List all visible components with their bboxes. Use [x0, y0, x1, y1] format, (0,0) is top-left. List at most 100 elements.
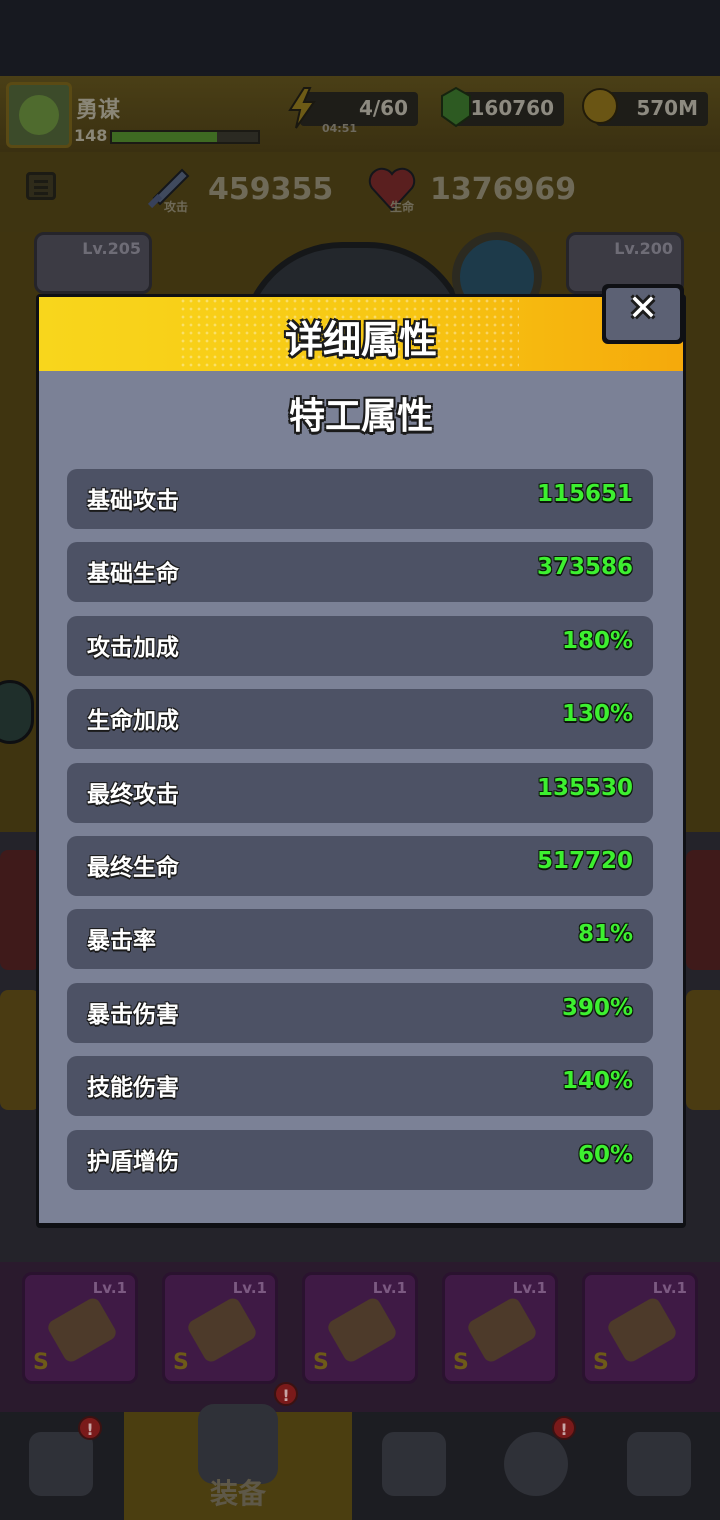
notification-badge: !: [78, 1416, 102, 1440]
left-side-tile-gold[interactable]: [0, 990, 40, 1110]
attribute-list[interactable]: 基础攻击 115651 基础生命 373586 攻击加成 180% 生命加成 130% 最终攻击…: [67, 469, 653, 1203]
attribute-row: 攻击加成 180%: [67, 615, 653, 676]
player-level: 148: [74, 126, 108, 145]
attribute-row: 基础生命 373586: [67, 542, 653, 603]
dialog-title: 详细属性: [284, 318, 437, 362]
energy-counter[interactable]: 4/60: [288, 87, 418, 129]
dialog-body[interactable]: 特工属性 基础攻击 115651 基础生命 373586 攻击加成 180% 生命加成 130…: [39, 371, 683, 1223]
equip-level: Lv.1: [512, 1279, 547, 1297]
player-avatar[interactable]: [6, 82, 72, 148]
attribute-value: 60%: [577, 1141, 633, 1168]
attribute-value: 130%: [561, 701, 633, 728]
notification-badge: !: [552, 1416, 576, 1440]
equip-slot-5[interactable]: Lv.1 S: [582, 1272, 698, 1384]
attribute-row: 生命加成 130%: [67, 689, 653, 750]
equip-slot-1[interactable]: Lv.1 S: [22, 1272, 138, 1384]
attribute-label: 基础攻击: [87, 488, 179, 514]
attribute-label: 护盾增伤: [87, 1148, 179, 1175]
attribute-label: 攻击加成: [87, 634, 179, 661]
dialog-header: 详细属性: [39, 297, 683, 371]
attack-power-value: 459355: [208, 172, 334, 207]
attribute-value: 517720: [536, 847, 633, 874]
xp-bar-fill: [112, 132, 218, 142]
water-gun-icon: [325, 1295, 399, 1365]
section-title: 特工属性: [288, 396, 433, 437]
attribute-label: 暴击伤害: [87, 1001, 179, 1028]
equip-slot-4[interactable]: Lv.1 S: [442, 1272, 558, 1384]
attribute-label: 暴击率: [87, 928, 156, 955]
equip-slot-2[interactable]: Lv.1 S: [162, 1272, 278, 1384]
attribute-value: 115651: [536, 481, 633, 507]
energy-timer: 04:51: [322, 122, 358, 135]
attribute-value: 373586: [536, 554, 633, 581]
energy-value: 4/60: [358, 96, 408, 120]
bottom-nav: ! 装备 ! !: [0, 1382, 720, 1520]
attribute-label: 生命加成: [87, 708, 179, 735]
avatar-face: [19, 95, 59, 135]
attribute-label: 最终攻击: [87, 781, 179, 808]
dagger-icon: [185, 1295, 259, 1365]
gems-counter[interactable]: 160760: [441, 86, 564, 128]
right-side-tile[interactable]: [686, 850, 720, 970]
attribute-row: 技能伤害 140%: [67, 1056, 653, 1117]
attribute-value: 390%: [561, 994, 633, 1021]
attribute-value: 135530: [536, 774, 633, 801]
close-button[interactable]: ✕: [602, 284, 684, 344]
equip-grade: S: [313, 1350, 329, 1375]
coins-counter[interactable]: 570M: [582, 88, 708, 126]
xp-bar: [110, 130, 260, 144]
player-name: 勇谋: [76, 98, 121, 123]
equip-level: Lv.1: [372, 1279, 407, 1297]
attribute-label: 技能伤害: [87, 1075, 179, 1102]
attribute-row: 最终攻击 135530: [67, 762, 653, 823]
nav-tab-shop[interactable]: !: [0, 1412, 122, 1520]
left-gear-slot[interactable]: Lv.205: [34, 232, 152, 294]
equip-grade: S: [33, 1350, 49, 1375]
attribute-value: 180%: [561, 627, 633, 654]
equip-grade: S: [593, 1350, 609, 1375]
shop-icon: [29, 1432, 93, 1496]
left-slot-level: Lv.205: [82, 239, 141, 258]
equip-level: Lv.1: [652, 1279, 687, 1297]
right-slot-level: Lv.200: [614, 239, 673, 258]
shuriken-icon: [605, 1295, 679, 1365]
status-strip: [0, 0, 720, 76]
attribute-row: 暴击伤害 390%: [67, 982, 653, 1043]
shuriken-icon: [465, 1295, 539, 1365]
attribute-row: 基础攻击 115651: [67, 469, 653, 529]
gold-coin-plus-icon: [582, 88, 618, 124]
detail-attributes-dialog: 详细属性 特工属性 基础攻击 115651 基础生命 373586 攻击加成 180% 生命…: [36, 294, 686, 1228]
left-side-tile[interactable]: [0, 850, 40, 970]
equip-level: Lv.1: [92, 1279, 127, 1297]
nav-tab-battle[interactable]: [354, 1412, 474, 1520]
close-icon: ✕: [627, 288, 659, 329]
attribute-row: 最终生命 517720: [67, 835, 653, 896]
equip-slot-3[interactable]: Lv.1 S: [302, 1272, 418, 1384]
lightning-plus-icon: [288, 87, 316, 129]
stars-orb-icon: [504, 1432, 568, 1496]
event-float-button[interactable]: [0, 680, 34, 744]
equip-grade: S: [173, 1350, 189, 1375]
nav-tab-gene[interactable]: [598, 1412, 720, 1520]
nav-tab-talent[interactable]: !: [476, 1412, 596, 1520]
nav-tab-equip[interactable]: 装备 !: [124, 1382, 352, 1520]
gems-value: 160760: [470, 96, 555, 120]
dagger-icon: [45, 1295, 119, 1365]
equip-grade: S: [453, 1350, 469, 1375]
attribute-value: 140%: [561, 1068, 633, 1095]
hp-power-value: 1376969: [430, 172, 577, 207]
menu-list-icon[interactable]: [26, 172, 56, 200]
nav-equip-label: 装备: [209, 1477, 266, 1510]
attribute-row: 护盾增伤 60%: [67, 1129, 653, 1190]
coins-value: 570M: [636, 96, 698, 120]
attribute-value: 81%: [577, 921, 633, 948]
right-side-tile-gold[interactable]: [686, 990, 720, 1110]
crossed-swords-star-icon: [382, 1432, 446, 1496]
notification-badge: !: [274, 1382, 298, 1406]
attribute-row: 暴击率 81%: [67, 909, 653, 970]
equip-level: Lv.1: [232, 1279, 267, 1297]
power-bar: [0, 152, 720, 232]
dna-capsule-icon: [627, 1432, 691, 1496]
game-screen: 勇谋 148 4/60 04:51 160760 570M 攻击 459355 …: [0, 0, 720, 1520]
attack-label: 攻击: [164, 200, 189, 214]
